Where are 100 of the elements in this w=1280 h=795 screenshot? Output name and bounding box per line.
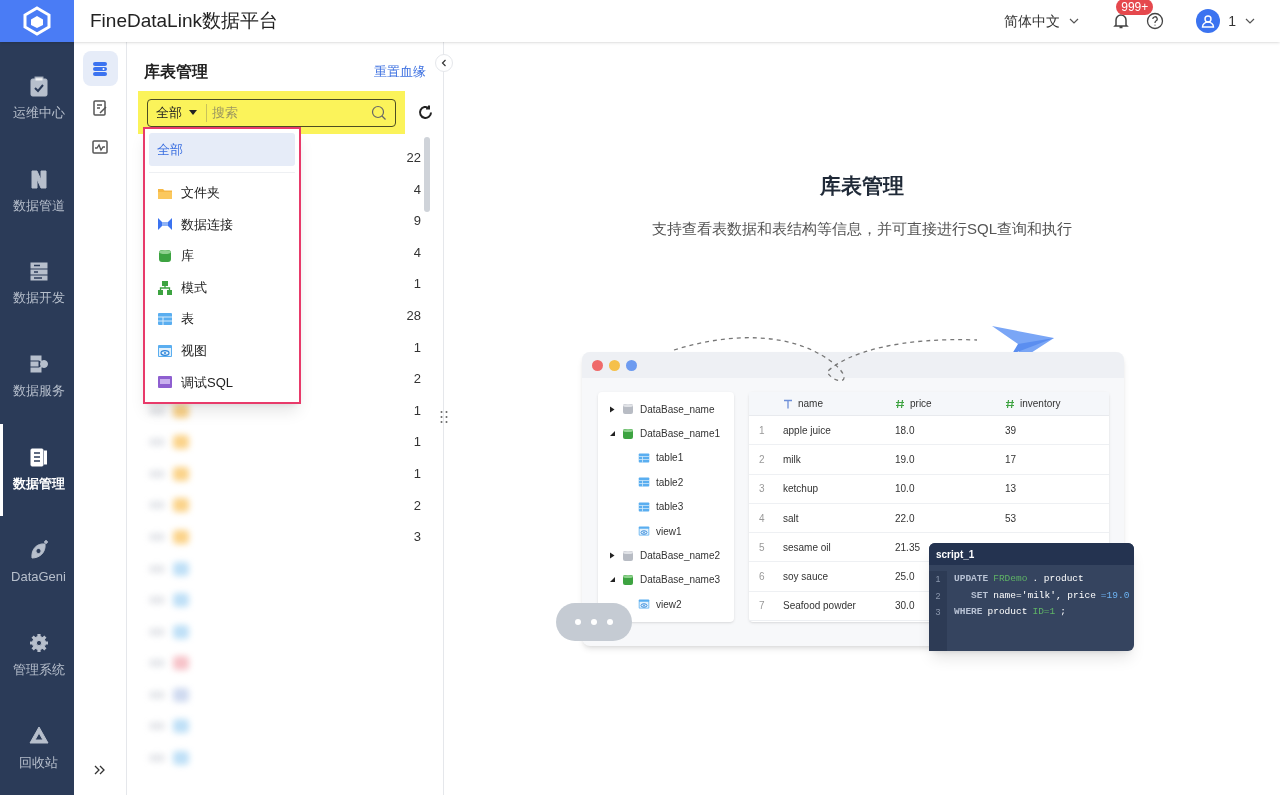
item-count: 2	[413, 370, 421, 389]
user-menu[interactable]: 1	[1196, 9, 1256, 33]
notification-badge: 999+	[1116, 0, 1154, 15]
panel-title: 库表管理	[144, 62, 208, 82]
row-number: 5	[759, 541, 765, 553]
item-count: 2	[413, 496, 421, 515]
table-cell: sesame oil	[783, 541, 831, 553]
text-type-icon	[783, 398, 793, 409]
nav-item[interactable]: 运维中心	[0, 52, 74, 145]
tree-item: view2	[656, 597, 682, 612]
menu-item[interactable]: 视图	[149, 334, 295, 367]
connection-icon	[157, 216, 173, 233]
table-cell: 19.0	[895, 453, 915, 465]
menu-item[interactable]: 表	[149, 303, 295, 335]
nav-item[interactable]: 数据开发	[0, 237, 74, 331]
service-nodes-icon	[27, 353, 50, 376]
item-count: 1	[413, 275, 421, 294]
item-count: 1	[413, 401, 421, 420]
table-icon	[638, 451, 650, 464]
server-rack-icon	[27, 260, 50, 283]
table-cell: ketchup	[783, 483, 819, 495]
table-cell: 22.0	[895, 512, 915, 524]
scrollbar[interactable]	[424, 137, 430, 212]
nav-item[interactable]: 回收站	[0, 702, 74, 795]
table-cell: 25.0	[895, 571, 915, 583]
table-cell: apple juice	[783, 424, 831, 436]
expand-icon[interactable]	[93, 763, 107, 777]
triangle-recycle-icon	[27, 724, 50, 747]
table-cell: 10.0	[895, 483, 915, 495]
menu-item[interactable]: 文件夹	[149, 177, 295, 209]
menu-item[interactable]: 数据连接	[149, 208, 295, 241]
hash-icon	[895, 398, 905, 409]
hash-icon	[1005, 398, 1015, 409]
table-cell: salt	[783, 512, 799, 524]
menu-item[interactable]: 模式	[149, 271, 295, 304]
tree-item: table3	[656, 500, 684, 515]
row-number: 1	[759, 424, 765, 436]
table-cell: Seafood powder	[783, 600, 856, 612]
row-number: 6	[759, 571, 765, 583]
table-cell: 13	[1005, 483, 1017, 495]
type-dropdown[interactable]: 全部	[148, 103, 207, 122]
help-icon[interactable]	[1146, 12, 1165, 30]
nav-item[interactable]: DataGeni	[0, 516, 74, 610]
column-header: price	[910, 397, 932, 411]
nav-item[interactable]: 数据服务	[0, 330, 74, 424]
person-icon	[1201, 14, 1216, 28]
table-cell: 30.0	[895, 600, 915, 612]
database-icon	[91, 59, 109, 78]
menu-item[interactable]: 库	[149, 240, 295, 272]
code-line: SET name='milk', price =19.0	[970, 588, 1130, 603]
tree-item: DataBase_name3	[640, 573, 721, 588]
table-cell: 17	[1005, 453, 1017, 465]
drag-handle-icon[interactable]	[440, 410, 448, 424]
table-eye-icon	[638, 525, 650, 538]
tree-item: DataBase_name1	[640, 427, 721, 442]
table-icon	[638, 500, 650, 513]
item-count: 1	[413, 465, 421, 483]
item-count: 22	[406, 149, 421, 168]
language-dropdown[interactable]: 简体中文	[1004, 10, 1081, 32]
line-number: 1	[935, 573, 941, 586]
edit-document-icon	[91, 98, 109, 117]
table-icon	[157, 311, 173, 328]
item-count: 1	[413, 338, 421, 357]
tree-item: DataBase_name	[640, 402, 715, 417]
sql-file-icon	[157, 374, 173, 391]
nav-item[interactable]: 管理系统	[0, 609, 74, 703]
nav-item[interactable]: 数据管道	[0, 144, 74, 238]
item-count: 4	[413, 180, 421, 199]
line-number: 2	[935, 589, 941, 603]
row-number: 4	[759, 512, 765, 524]
database-icon	[622, 549, 634, 562]
table-icon	[638, 476, 650, 489]
bell-icon[interactable]	[1112, 12, 1131, 30]
menu-item[interactable]: 调试SQL	[149, 366, 295, 399]
sidebar-tab[interactable]	[82, 51, 118, 86]
refresh-icon[interactable]	[417, 104, 434, 121]
search-field[interactable]: 全部 搜索	[147, 98, 396, 127]
item-count: 4	[413, 243, 421, 262]
collapse-button[interactable]	[435, 54, 453, 72]
line-number: 3	[935, 606, 941, 619]
reset-lineage-link[interactable]: 重置血缘	[374, 62, 426, 82]
item-count: 28	[406, 307, 421, 325]
database-icon	[622, 573, 634, 586]
item-count: 1	[413, 433, 421, 452]
item-count: 9	[413, 212, 421, 231]
database-icon	[622, 427, 634, 440]
document-bars-icon	[27, 446, 50, 469]
script-title: script_1	[929, 543, 1134, 565]
search-icon[interactable]	[371, 104, 387, 121]
item-count: 3	[413, 528, 421, 547]
table-cell: soy sauce	[783, 571, 829, 583]
intro-title: 库表管理	[820, 173, 904, 199]
menu-item[interactable]: 全部	[149, 133, 295, 166]
tree-item: view1	[656, 524, 682, 539]
tree-item: table1	[656, 451, 684, 466]
database-cylinder-icon	[157, 248, 173, 264]
table-cell: 53	[1005, 512, 1017, 524]
database-icon	[622, 403, 634, 416]
column-header: name	[798, 397, 823, 411]
code-line: UPDATE FRDemo . product	[954, 572, 1085, 586]
